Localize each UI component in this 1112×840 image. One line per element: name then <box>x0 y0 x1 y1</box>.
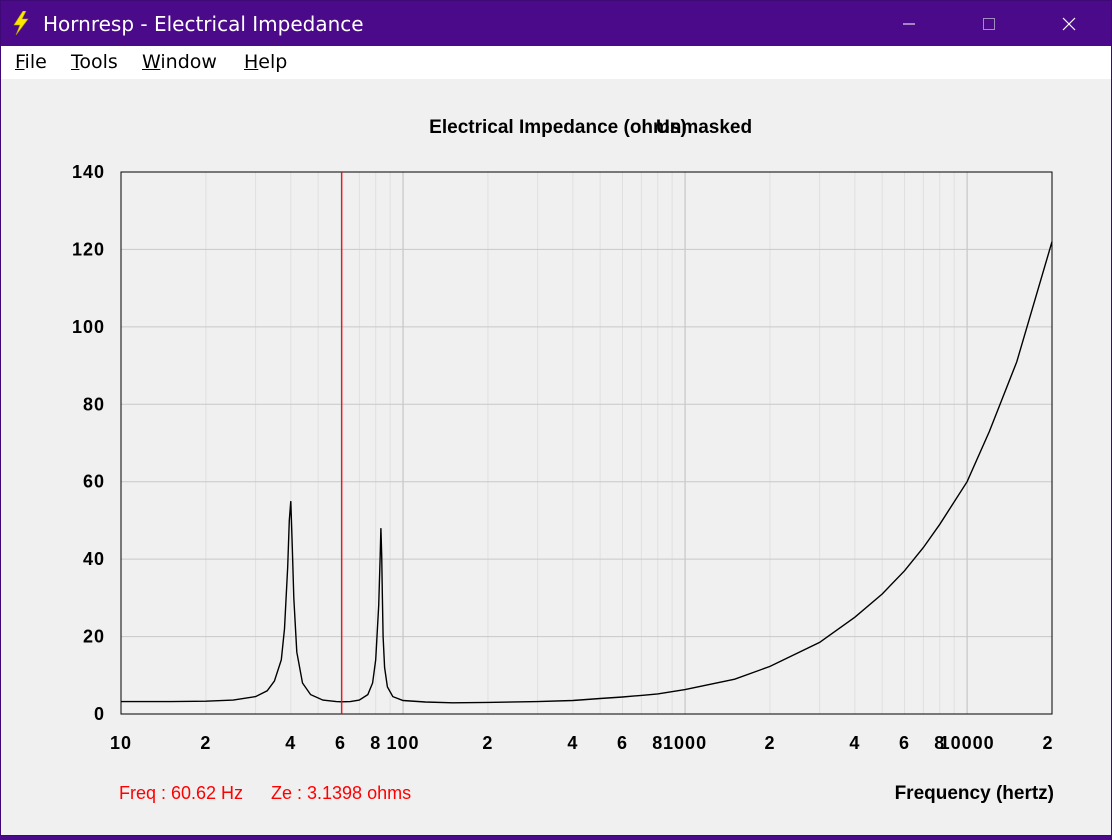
chart-title: Electrical Impedance (ohms) <box>429 117 687 138</box>
x-tick-label: 2 <box>482 733 493 753</box>
x-tick-label: 4 <box>285 733 296 753</box>
y-tick-label: 80 <box>83 394 105 414</box>
title-bar[interactable]: Hornresp - Electrical Impedance <box>1 1 1111 46</box>
menu-file[interactable]: File <box>15 51 47 73</box>
app-window: Hornresp - Electrical Impedance File Too… <box>0 0 1112 836</box>
window-title: Hornresp - Electrical Impedance <box>43 12 364 36</box>
x-tick-label: 2 <box>200 733 211 753</box>
impedance-curve <box>121 241 1053 704</box>
x-tick-label: 4 <box>567 733 578 753</box>
status-freq: Freq : 60.62 Hz <box>119 783 243 803</box>
menu-help[interactable]: Help <box>244 51 287 73</box>
x-tick-label: 10000 <box>940 733 995 753</box>
menu-window[interactable]: Window <box>142 51 217 73</box>
status-ze: Ze : 3.1398 ohms <box>271 783 411 803</box>
menu-bar: File Tools Window Help <box>1 46 1111 79</box>
plot-frame <box>120 171 1053 715</box>
x-tick-label: 2 <box>764 733 775 753</box>
x-axis-label: Frequency (hertz) <box>895 783 1054 804</box>
chart-area[interactable]: 0 20 40 60 80 100 120 140 10 2 4 6 8 100 2 4 6 8 1000 2 4 6 8 1… <box>1 79 1111 835</box>
y-tick-label: 100 <box>72 317 105 337</box>
x-tick-label: 8 <box>652 733 663 753</box>
close-icon <box>1062 17 1076 30</box>
y-tick-label: 20 <box>83 627 105 647</box>
minimize-button[interactable] <box>869 1 949 46</box>
close-button[interactable] <box>1029 1 1109 46</box>
minimize-icon <box>903 23 915 24</box>
x-tick-label: 100 <box>387 733 420 753</box>
x-tick-label: 1000 <box>663 733 707 753</box>
x-tick-label: 6 <box>335 733 346 753</box>
y-tick-label: 40 <box>83 549 105 569</box>
x-tick-label: 8 <box>370 733 381 753</box>
y-tick-label: 140 <box>72 162 105 182</box>
y-tick-label: 60 <box>83 472 105 492</box>
impedance-chart[interactable]: 02040608010012014010 2 4 6 8 100 2 4 6 8 1000 2 4 6 81… <box>1 79 1111 835</box>
x-tick-label: 4 <box>849 733 860 753</box>
y-tick-label: 120 <box>72 239 105 259</box>
lightning-icon <box>13 11 29 35</box>
x-tick-label: 10 <box>110 733 132 753</box>
x-tick-label: 6 <box>617 733 628 753</box>
maximize-icon <box>983 17 995 30</box>
x-tick-label: 2 <box>1042 733 1053 753</box>
menu-tools[interactable]: Tools <box>71 51 118 73</box>
maximize-button[interactable] <box>949 1 1029 46</box>
chart-subtitle: Unmasked <box>656 117 752 138</box>
y-tick-label: 0 <box>94 704 105 724</box>
x-tick-label: 6 <box>899 733 910 753</box>
